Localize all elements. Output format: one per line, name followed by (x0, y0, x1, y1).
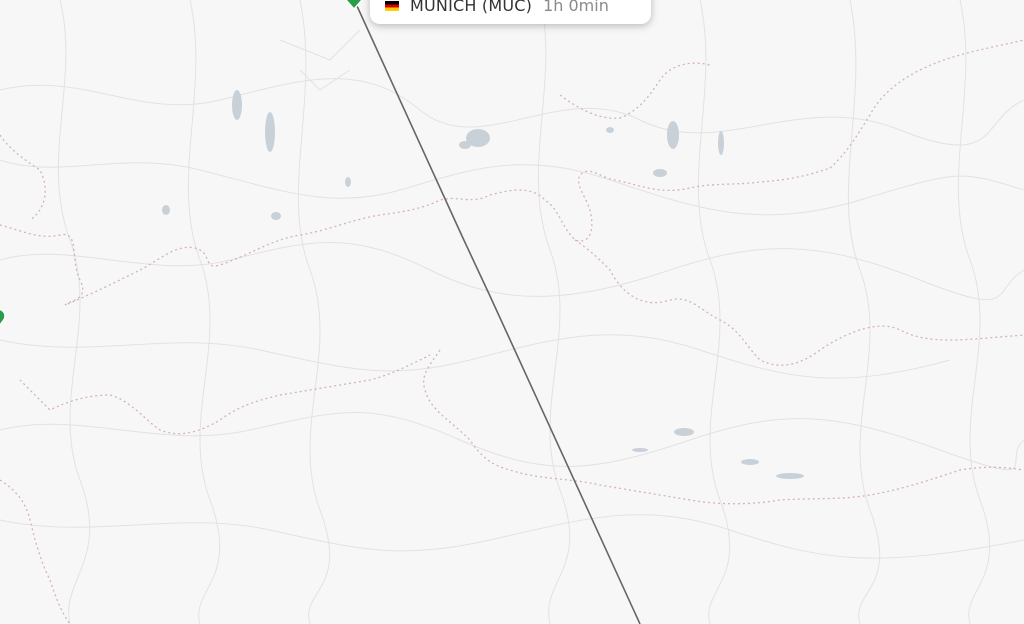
germany-flag-icon (385, 1, 399, 11)
map-canvas[interactable] (0, 0, 1024, 624)
map-background (0, 0, 1024, 624)
airport-label: MUNICH (MUC) (410, 0, 533, 15)
route-info-popup[interactable]: MUNICH (MUC) 1h 0min (370, 0, 651, 24)
flight-duration: 1h 0min (543, 0, 609, 15)
